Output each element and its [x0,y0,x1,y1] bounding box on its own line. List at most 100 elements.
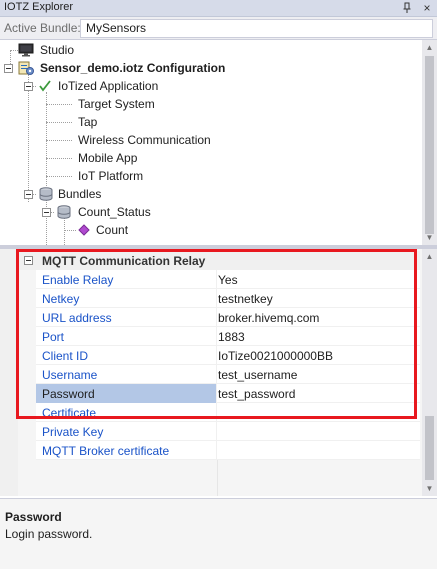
tree-node-target-system[interactable]: Target System [74,95,194,113]
tree-node-wireless-communication[interactable]: Wireless Communication [74,131,234,149]
tree-connector [64,218,65,245]
description-pane: Password Login password. [0,498,437,569]
property-name: Password [42,387,95,401]
property-row-url-address[interactable]: URL address broker.hivemq.com [36,308,420,327]
tree-node-bundles[interactable]: Bundles [36,185,156,203]
scroll-up-arrow-icon[interactable]: ▲ [422,40,437,55]
tree-connector [46,200,47,245]
tree-node-label: IoTized Application [58,79,159,93]
property-row-port[interactable]: Port 1883 [36,327,420,346]
application-check-icon [39,80,51,92]
category-label: MQTT Communication Relay [42,254,206,268]
configuration-icon [18,61,34,75]
tree-node-label: Count [96,223,129,237]
property-name: Enable Relay [42,273,114,287]
tree-connector [46,140,72,141]
property-name: Certificate [42,406,97,420]
property-grid-gutter [0,249,18,496]
property-value[interactable]: testnetkey [218,292,273,306]
property-name: Port [42,330,65,344]
diamond-icon [78,224,90,236]
tree-connector [28,74,29,202]
tree-node-label: Mobile App [78,151,138,165]
property-row-mqtt-broker-certificate[interactable]: MQTT Broker certificate [36,441,420,460]
tree-scrollbar[interactable]: ▲ ▼ [422,40,437,245]
property-name: URL address [42,311,112,325]
property-name-cell: MQTT Broker certificate [36,441,217,460]
property-value[interactable]: IoTize0021000000BB [218,349,333,363]
property-row-certificate[interactable]: Certificate [36,403,420,422]
property-row-netkey[interactable]: Netkey testnetkey [36,289,420,308]
window-title: IOTZ Explorer [4,1,74,13]
tree-node-label: Target System [78,97,155,111]
close-icon[interactable]: × [420,0,434,16]
property-name-cell: Netkey [36,289,217,308]
tree-node-label: Tap [78,115,98,129]
tree-node-count-status[interactable]: Count_Status [54,203,184,221]
scroll-up-arrow-icon[interactable]: ▲ [422,249,437,264]
property-row-username[interactable]: Username test_username [36,365,420,384]
property-row-enable-relay[interactable]: Enable Relay Yes [36,270,420,289]
property-name: Private Key [42,425,104,439]
database-icon [57,205,71,219]
tree-connector [46,122,72,123]
tree-connector [46,158,72,159]
tree-node-mobile-app[interactable]: Mobile App [74,149,194,167]
property-grid-scrollbar-thumb[interactable] [425,416,434,480]
property-value[interactable]: Yes [218,273,238,287]
scroll-down-arrow-icon[interactable]: ▼ [422,230,437,245]
property-name-cell: Username [36,365,217,384]
monitor-icon [18,43,34,57]
tree-scrollbar-thumb[interactable] [425,56,434,234]
active-bundle-label: Active Bundle: [4,21,81,35]
window-titlebar: IOTZ Explorer × [0,0,437,17]
property-name-cell: Private Key [36,422,217,441]
property-name: Client ID [42,349,89,363]
tree-connector [46,176,72,177]
tree-node-tap[interactable]: Tap [74,113,194,131]
property-value[interactable]: broker.hivemq.com [218,311,319,325]
property-name-cell: Enable Relay [36,270,217,289]
tree-node-label: Bundles [58,187,102,201]
tree-node-count[interactable]: Count [76,221,176,239]
property-name-cell: Password [36,384,217,403]
property-row-client-id[interactable]: Client ID IoTize0021000000BB [36,346,420,365]
collapse-toggle[interactable] [24,82,33,91]
property-name-cell: Client ID [36,346,217,365]
property-grid: MQTT Communication Relay Enable Relay Ye… [0,249,437,496]
property-name-cell: URL address [36,308,217,327]
property-value[interactable]: test_password [218,387,295,401]
tree-node-configuration[interactable]: Sensor_demo.iotz Configuration [18,59,238,77]
tree-node-label: Count_Status [78,205,151,219]
collapse-toggle[interactable] [4,64,13,73]
active-bundle-value: MySensors [86,21,147,35]
tree-node-iotized-application[interactable]: IoTized Application [36,77,196,95]
property-value[interactable]: 1883 [218,330,245,344]
tree-node-studio[interactable]: Studio [18,41,138,59]
database-icon [39,187,53,201]
property-grid-scrollbar[interactable]: ▲ ▼ [422,249,437,496]
tree-node-label: Sensor_demo.iotz Configuration [40,61,226,75]
tree-node-iot-platform[interactable]: IoT Platform [74,167,194,185]
collapse-toggle[interactable] [42,208,51,217]
grid-column-divider [217,460,218,496]
property-name: Netkey [42,292,80,306]
property-name-cell: Certificate [36,403,217,422]
property-row-password[interactable]: Password test_password [36,384,420,403]
collapse-toggle[interactable] [24,190,33,199]
explorer-tree: Studio Sensor_demo.iotz Configuration Io… [0,40,437,245]
category-mqtt-communication-relay[interactable]: MQTT Communication Relay [0,251,420,270]
pin-icon[interactable] [402,2,412,14]
tree-connector [64,230,76,231]
tree-connector [46,92,47,186]
category-collapse-toggle[interactable] [24,256,33,265]
active-bundle-select[interactable]: MySensors [80,19,433,38]
property-value[interactable]: test_username [218,368,297,382]
scroll-down-arrow-icon[interactable]: ▼ [422,481,437,496]
tree-node-label: Wireless Communication [78,133,211,147]
tree-node-label: Studio [40,43,75,57]
property-name-cell: Port [36,327,217,346]
bundle-toolbar: Active Bundle: MySensors [0,17,437,40]
property-name: Username [42,368,98,382]
property-row-private-key[interactable]: Private Key [36,422,420,441]
